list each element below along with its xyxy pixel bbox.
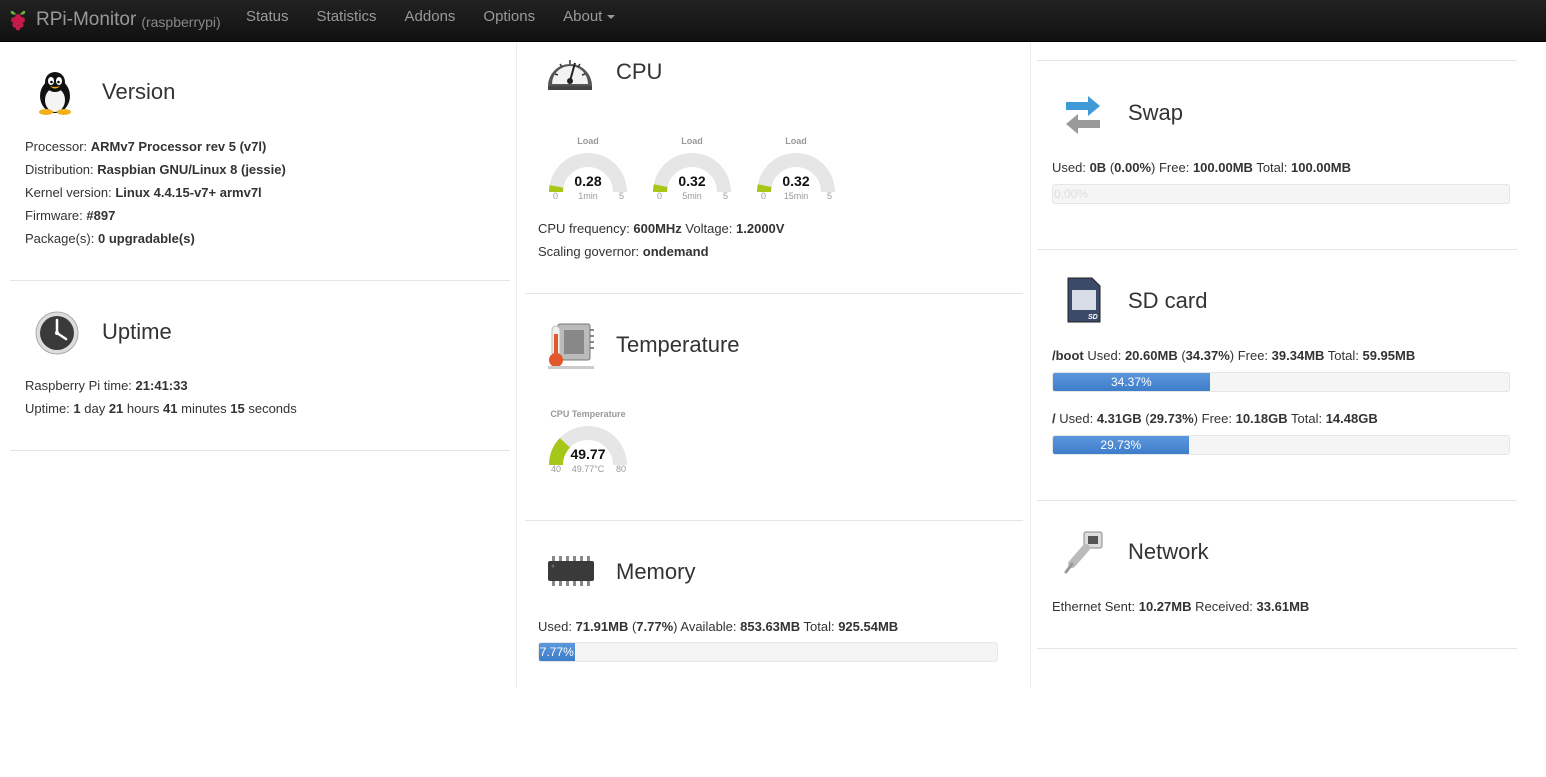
gauge-max: 5	[827, 191, 833, 201]
progress-fill: 29.73%	[1053, 436, 1189, 454]
gauge-max: 5	[619, 191, 625, 201]
uptime-pi-time: Raspberry Pi time: 21:41:33	[25, 378, 188, 393]
gauge-label: Load	[785, 136, 807, 146]
nav-about[interactable]: About	[549, 0, 629, 42]
divider	[1037, 249, 1517, 250]
top-navbar: RPi-Monitor (raspberrypi) Status Statist…	[0, 0, 1546, 42]
gauge-value: 0.32	[782, 173, 810, 189]
cpu-frequency-voltage: CPU frequency: 600MHz Voltage: 1.2000V	[538, 221, 785, 236]
network-title: Network	[1128, 539, 1209, 564]
version-kernel: Kernel version: Linux 4.4.15-v7+ armv7l	[25, 185, 262, 200]
nav-status[interactable]: Status	[232, 0, 303, 42]
cpu-load-gauge-15min: Load 0.32 0 15min 5	[751, 136, 841, 211]
uptime-title: Uptime	[102, 319, 172, 344]
nav-addons[interactable]: Addons	[391, 0, 470, 42]
divider	[1037, 648, 1517, 649]
cpu-title: CPU	[616, 59, 663, 84]
nav-statistics[interactable]: Statistics	[303, 0, 391, 42]
version-packages: Package(s): 0 upgradable(s)	[25, 231, 195, 246]
gauge-max: 80	[616, 464, 627, 474]
network-stats: Ethernet Sent: 10.27MB Received: 33.61MB	[1052, 599, 1310, 614]
thermometer-chip-icon	[548, 323, 594, 369]
hostname: (raspberrypi)	[141, 14, 221, 30]
column-right: Swap Used: 0B (0.00%) Free: 100.00MB Tot…	[1037, 42, 1517, 688]
ethernet-cable-icon	[1064, 531, 1103, 574]
column-middle: CPU Load 0.28 0 1min 5 Load 0.32 0 5min …	[516, 42, 1031, 688]
cpu-temperature-gauge: CPU Temperature 49.77 40 49.77°C 80	[543, 409, 633, 484]
cpu-load-gauge-1min: Load 0.28 0 1min 5	[543, 136, 633, 211]
progress-fill: 34.37%	[1053, 373, 1210, 391]
temperature-title: Temperature	[616, 332, 740, 357]
nav-status-label: Status	[246, 8, 289, 25]
gauge-value: 49.77	[570, 446, 606, 462]
uptime-duration: Uptime: 1 day 21 hours 41 minutes 15 sec…	[25, 401, 297, 416]
sdcard-title: SD card	[1128, 288, 1208, 313]
divider	[525, 293, 1023, 294]
raspberry-logo-icon	[10, 10, 26, 31]
sdcard-root-progress-bar: 29.73%	[1052, 435, 1510, 455]
sdcard-root-stats: / Used: 4.31GB (29.73%) Free: 10.18GB To…	[1052, 411, 1378, 426]
gauge-value: 0.28	[574, 173, 602, 189]
nav-statistics-label: Statistics	[316, 8, 377, 25]
tux-penguin-icon	[39, 72, 71, 115]
divider	[10, 450, 510, 451]
brand[interactable]: RPi-Monitor (raspberrypi)	[8, 5, 221, 35]
gauge-value: 0.32	[678, 173, 706, 189]
progress-fill: 7.77%	[539, 643, 575, 661]
nav-options-label: Options	[483, 8, 536, 25]
swap-stats: Used: 0B (0.00%) Free: 100.00MB Total: 1…	[1052, 160, 1351, 175]
speedometer-icon	[548, 60, 592, 90]
sdcard-boot-stats: /boot Used: 20.60MB (34.37%) Free: 39.34…	[1052, 348, 1416, 363]
divider	[1037, 500, 1517, 501]
gauge-max: 5	[723, 191, 729, 201]
main-nav: Status Statistics Addons Options About	[232, 0, 629, 42]
memory-stats: Used: 71.91MB (7.77%) Available: 853.63M…	[538, 619, 899, 634]
gauge-label: Load	[577, 136, 599, 146]
memory-chip-icon	[548, 556, 594, 586]
nav-addons-label: Addons	[404, 8, 456, 25]
sdcard-boot-progress-bar: 34.37%	[1052, 372, 1510, 392]
gauge-label: CPU Temperature	[550, 409, 626, 419]
memory-title: Memory	[616, 559, 696, 584]
progress-label: 0.00%	[1054, 187, 1089, 201]
divider	[10, 280, 510, 281]
caret-down-icon	[607, 15, 616, 20]
swap-arrows-icon	[1066, 96, 1100, 134]
gauge-label: Load	[681, 136, 703, 146]
version-title: Version	[102, 79, 176, 104]
divider	[1037, 60, 1517, 61]
cpu-load-gauge-5min: Load 0.32 0 5min 5	[647, 136, 737, 211]
sd-card-icon: SD	[1067, 277, 1101, 323]
nav-options[interactable]: Options	[469, 0, 549, 42]
column-left: Version Processor: ARMv7 Processor rev 5…	[10, 42, 510, 688]
version-distribution: Distribution: Raspbian GNU/Linux 8 (jess…	[25, 162, 286, 177]
swap-title: Swap	[1128, 100, 1184, 125]
version-firmware: Firmware: #897	[25, 208, 116, 223]
memory-progress-bar: 7.77%	[538, 642, 998, 662]
nav-about-label: About	[563, 8, 603, 25]
svg-text:SD: SD	[1088, 314, 1098, 321]
swap-progress-bar: 0.00%	[1052, 184, 1510, 204]
version-processor: Processor: ARMv7 Processor rev 5 (v7l)	[25, 139, 267, 154]
cpu-governor: Scaling governor: ondemand	[538, 244, 709, 259]
clock-icon	[35, 311, 79, 355]
divider	[525, 520, 1023, 521]
brand-name: RPi-Monitor	[36, 9, 137, 30]
